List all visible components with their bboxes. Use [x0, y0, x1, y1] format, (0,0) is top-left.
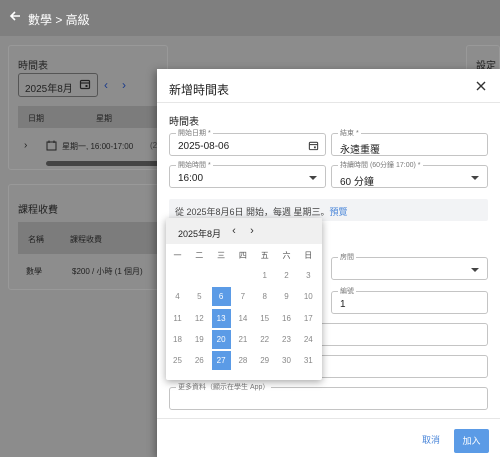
start-date-field[interactable]: 開始日期 * 2025-08-06: [169, 129, 326, 156]
calendar-day[interactable]: 28: [233, 351, 252, 370]
number-value: 1: [340, 299, 346, 310]
end-field[interactable]: 結束 * 永遠重覆: [331, 129, 488, 156]
calendar-day[interactable]: 8: [255, 287, 274, 306]
month-value: 2025年8月: [25, 84, 73, 95]
calendar-day[interactable]: 10: [299, 287, 318, 306]
weekday-header: 三: [217, 251, 226, 260]
calendar-day[interactable]: 18: [168, 330, 187, 349]
calendar-day[interactable]: 20: [211, 329, 231, 349]
calendar-day[interactable]: 23: [277, 330, 296, 349]
date-picker-month: 2025年8月: [178, 229, 222, 239]
room-label: 房間: [338, 253, 356, 262]
calendar-day[interactable]: 29: [255, 351, 274, 370]
start-time-label: 開始時間 *: [176, 161, 213, 170]
start-time-value: 16:00: [178, 173, 204, 184]
duration-label: 持續時間 (60分鐘 17:00) *: [338, 161, 423, 170]
number-field[interactable]: 編號 1: [331, 287, 488, 314]
col-date: 日期: [28, 114, 44, 123]
fees-row-price: $200 / 小時 (1 個月): [72, 267, 143, 276]
weekday-header: 五: [260, 251, 269, 260]
recurring-event-icon: [46, 140, 57, 151]
weekday-header: 一: [173, 251, 182, 260]
chevron-right-icon[interactable]: ›: [246, 225, 258, 237]
next-month-icon[interactable]: ›: [122, 78, 126, 92]
preview-link[interactable]: 預覽: [330, 207, 348, 217]
calendar-day[interactable]: 31: [299, 351, 318, 370]
breadcrumb: 數學 > 高級: [28, 13, 90, 27]
recurrence-info-text: 從 2025年8月6日 開始，每週 星期三。: [175, 207, 330, 217]
date-picker-popup: 2025年8月 ‹ › 一二三四五六日 1 2 3 4 5 6 7 8 9 10 11 12 13 14 15…: [166, 218, 322, 380]
add-button[interactable]: 加入: [454, 429, 489, 453]
calendar-day[interactable]: 22: [255, 330, 274, 349]
fees-col-name: 名稱: [28, 235, 44, 244]
header-divider: [157, 102, 500, 103]
weekday-header: 日: [304, 251, 313, 260]
duration-select[interactable]: 持續時間 (60分鐘 17:00) * 60 分鐘: [331, 161, 488, 188]
date-picker-header: 2025年8月 ‹ ›: [166, 218, 322, 244]
calendar-day[interactable]: 17: [299, 309, 318, 328]
calendar-day[interactable]: 30: [277, 351, 296, 370]
calendar-day[interactable]: 21: [233, 330, 252, 349]
weekday-header: 二: [195, 251, 204, 260]
duration-value: 60 分鐘: [340, 177, 374, 188]
calendar-day[interactable]: 19: [190, 330, 209, 349]
calendar-day[interactable]: 26: [190, 351, 209, 370]
dropdown-caret-icon: [471, 268, 479, 272]
dropdown-caret-icon: [309, 176, 317, 180]
start-date-label: 開始日期 *: [176, 129, 213, 138]
weekday-header: 六: [282, 251, 291, 260]
fees-col-price: 課程收費: [70, 235, 102, 244]
calendar-day[interactable]: 6: [211, 287, 231, 307]
calendar-day[interactable]: 27: [211, 351, 231, 371]
calendar-day[interactable]: 7: [233, 287, 252, 306]
col-weekday: 星期: [96, 114, 112, 123]
calendar-icon[interactable]: [308, 140, 319, 151]
prev-month-icon[interactable]: ‹: [104, 78, 108, 92]
more-info-label: 更多資料（顯示在學生 App）: [176, 383, 272, 392]
expand-chevron-icon[interactable]: ›: [24, 140, 27, 151]
calendar-icon[interactable]: [79, 78, 91, 90]
calendar-day[interactable]: 14: [233, 309, 252, 328]
start-date-value: 2025-08-06: [178, 141, 230, 152]
schedule-row-text: 星期一, 16:00-17:00: [62, 142, 134, 151]
calendar-day[interactable]: 1: [255, 266, 274, 285]
calendar-day[interactable]: 16: [277, 309, 296, 328]
calendar-day[interactable]: 24: [299, 330, 318, 349]
cancel-button[interactable]: 取消: [415, 431, 447, 449]
calendar-day[interactable]: 5: [190, 287, 209, 306]
calendar-day[interactable]: 2: [277, 266, 296, 285]
calendar-day[interactable]: 13: [211, 308, 231, 328]
chevron-left-icon[interactable]: ‹: [228, 225, 240, 237]
dialog-title: 新增時間表: [169, 83, 230, 97]
schedule-title: 時間表: [18, 61, 48, 72]
calendar-day[interactable]: 11: [168, 309, 187, 328]
start-time-select[interactable]: 開始時間 * 16:00: [169, 161, 326, 188]
horizontal-scrollbar[interactable]: [46, 161, 166, 166]
back-arrow-icon[interactable]: [8, 9, 22, 23]
weekday-header: 四: [238, 251, 247, 260]
calendar-day[interactable]: 3: [299, 266, 318, 285]
dropdown-caret-icon: [471, 176, 479, 180]
number-label: 編號: [338, 287, 356, 296]
calendar-day[interactable]: 15: [255, 309, 274, 328]
room-select[interactable]: 房間: [331, 253, 488, 280]
close-icon[interactable]: [474, 79, 488, 93]
calendar-day[interactable]: 25: [168, 351, 187, 370]
fees-row-name: 數學: [26, 267, 42, 276]
calendar-day[interactable]: 4: [168, 287, 187, 306]
top-bar: 數學 > 高級: [0, 0, 500, 36]
calendar-day[interactable]: 9: [277, 287, 296, 306]
footer-divider: [157, 418, 500, 419]
more-info-field[interactable]: 更多資料（顯示在學生 App）: [169, 383, 488, 410]
section-title: 時間表: [169, 117, 199, 128]
fees-title: 課程收費: [18, 205, 58, 216]
calendar-day[interactable]: 12: [190, 309, 209, 328]
end-label: 結束 *: [338, 129, 361, 138]
end-value: 永遠重覆: [340, 145, 380, 156]
